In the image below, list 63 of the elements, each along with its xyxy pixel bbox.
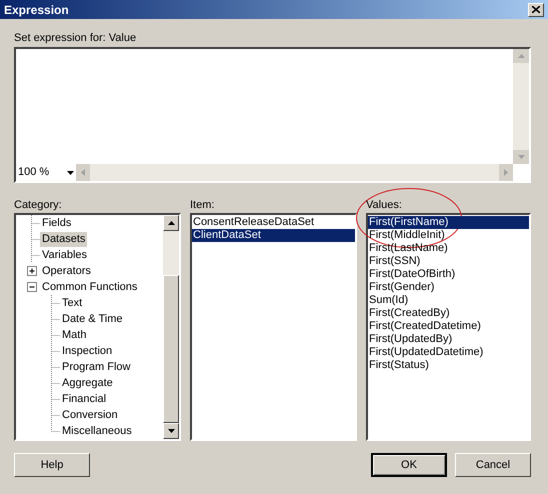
item-label: Item:: [190, 198, 216, 213]
tree-connector-icon: [51, 311, 60, 327]
tree-item[interactable]: Miscellaneous: [60, 424, 134, 438]
tree-item[interactable]: Conversion: [60, 408, 120, 422]
list-item[interactable]: Sum(Id): [368, 294, 529, 307]
scroll-up-button[interactable]: [163, 215, 179, 231]
tree-connector-icon: [51, 295, 60, 311]
list-item[interactable]: First(UpdatedBy): [368, 333, 529, 346]
right-arrow-icon: [504, 169, 508, 176]
tree-connector-icon: [51, 327, 60, 343]
tree-item[interactable]: Math: [60, 328, 88, 342]
tree-item[interactable]: Operators: [40, 264, 93, 278]
vertical-scrollbar[interactable]: [163, 215, 179, 439]
tree-item[interactable]: Financial: [60, 392, 108, 406]
scroll-down-button[interactable]: [163, 423, 179, 439]
caret-icon: [67, 170, 74, 174]
tree-item[interactable]: Date & Time: [60, 312, 125, 326]
tree-connector-icon: [51, 343, 60, 359]
tree-item[interactable]: Common Functions: [40, 280, 140, 294]
tree-item[interactable]: Datasets: [40, 232, 88, 246]
values-label: Values:: [366, 198, 403, 213]
scroll-thumb[interactable]: [163, 275, 179, 423]
list-item[interactable]: ConsentReleaseDataSet: [192, 216, 355, 229]
list-item[interactable]: First(UpdatedDatetime): [368, 346, 529, 359]
up-arrow-icon: [518, 54, 524, 58]
expression-editor[interactable]: 100 %: [14, 47, 531, 183]
tree-item[interactable]: Aggregate: [60, 376, 115, 390]
list-item[interactable]: First(Status): [368, 359, 529, 372]
expression-label: Set expression for: Value: [14, 31, 138, 46]
tree-item[interactable]: Inspection: [60, 344, 114, 358]
expand-icon[interactable]: [24, 263, 40, 279]
list-item[interactable]: First(DateOfBirth): [368, 268, 529, 281]
tree-item[interactable]: Text: [60, 296, 84, 310]
tree-connector-icon: [51, 391, 60, 407]
left-arrow-icon: [81, 169, 85, 176]
tree-item[interactable]: Program Flow: [60, 360, 132, 374]
list-item[interactable]: First(MiddleInit): [368, 229, 529, 242]
dialog-button[interactable]: Cancel: [455, 453, 531, 477]
dialog-button[interactable]: OK: [371, 453, 447, 477]
list-item[interactable]: First(FirstName): [368, 216, 529, 229]
list-item[interactable]: ClientDataSet: [192, 229, 355, 242]
list-item[interactable]: First(LastName): [368, 242, 529, 255]
tree-item[interactable]: Fields: [40, 216, 74, 230]
tree-item[interactable]: Variables: [40, 248, 90, 262]
dialog-button[interactable]: Help: [14, 453, 90, 477]
tree-connector-icon: [31, 247, 40, 263]
list-item[interactable]: First(SSN): [368, 255, 529, 268]
tree-connector-icon: [51, 359, 60, 375]
close-icon: [532, 6, 540, 13]
down-arrow-icon: [518, 155, 524, 159]
tree-connector-icon: [51, 375, 60, 391]
collapse-icon[interactable]: [24, 279, 40, 295]
category-label: Category:: [14, 198, 63, 213]
tree-connector-icon: [31, 231, 40, 247]
list-item[interactable]: First(CreatedDatetime): [368, 320, 529, 333]
list-item[interactable]: First(CreatedBy): [368, 307, 529, 320]
window-title: Expression: [4, 2, 69, 18]
up-arrow-icon: [168, 221, 174, 225]
list-item[interactable]: First(Gender): [368, 281, 529, 294]
down-arrow-icon: [168, 429, 174, 433]
close-button[interactable]: [528, 2, 544, 16]
tree-connector-icon: [31, 215, 40, 231]
zoom-value: 100 %: [18, 165, 50, 180]
